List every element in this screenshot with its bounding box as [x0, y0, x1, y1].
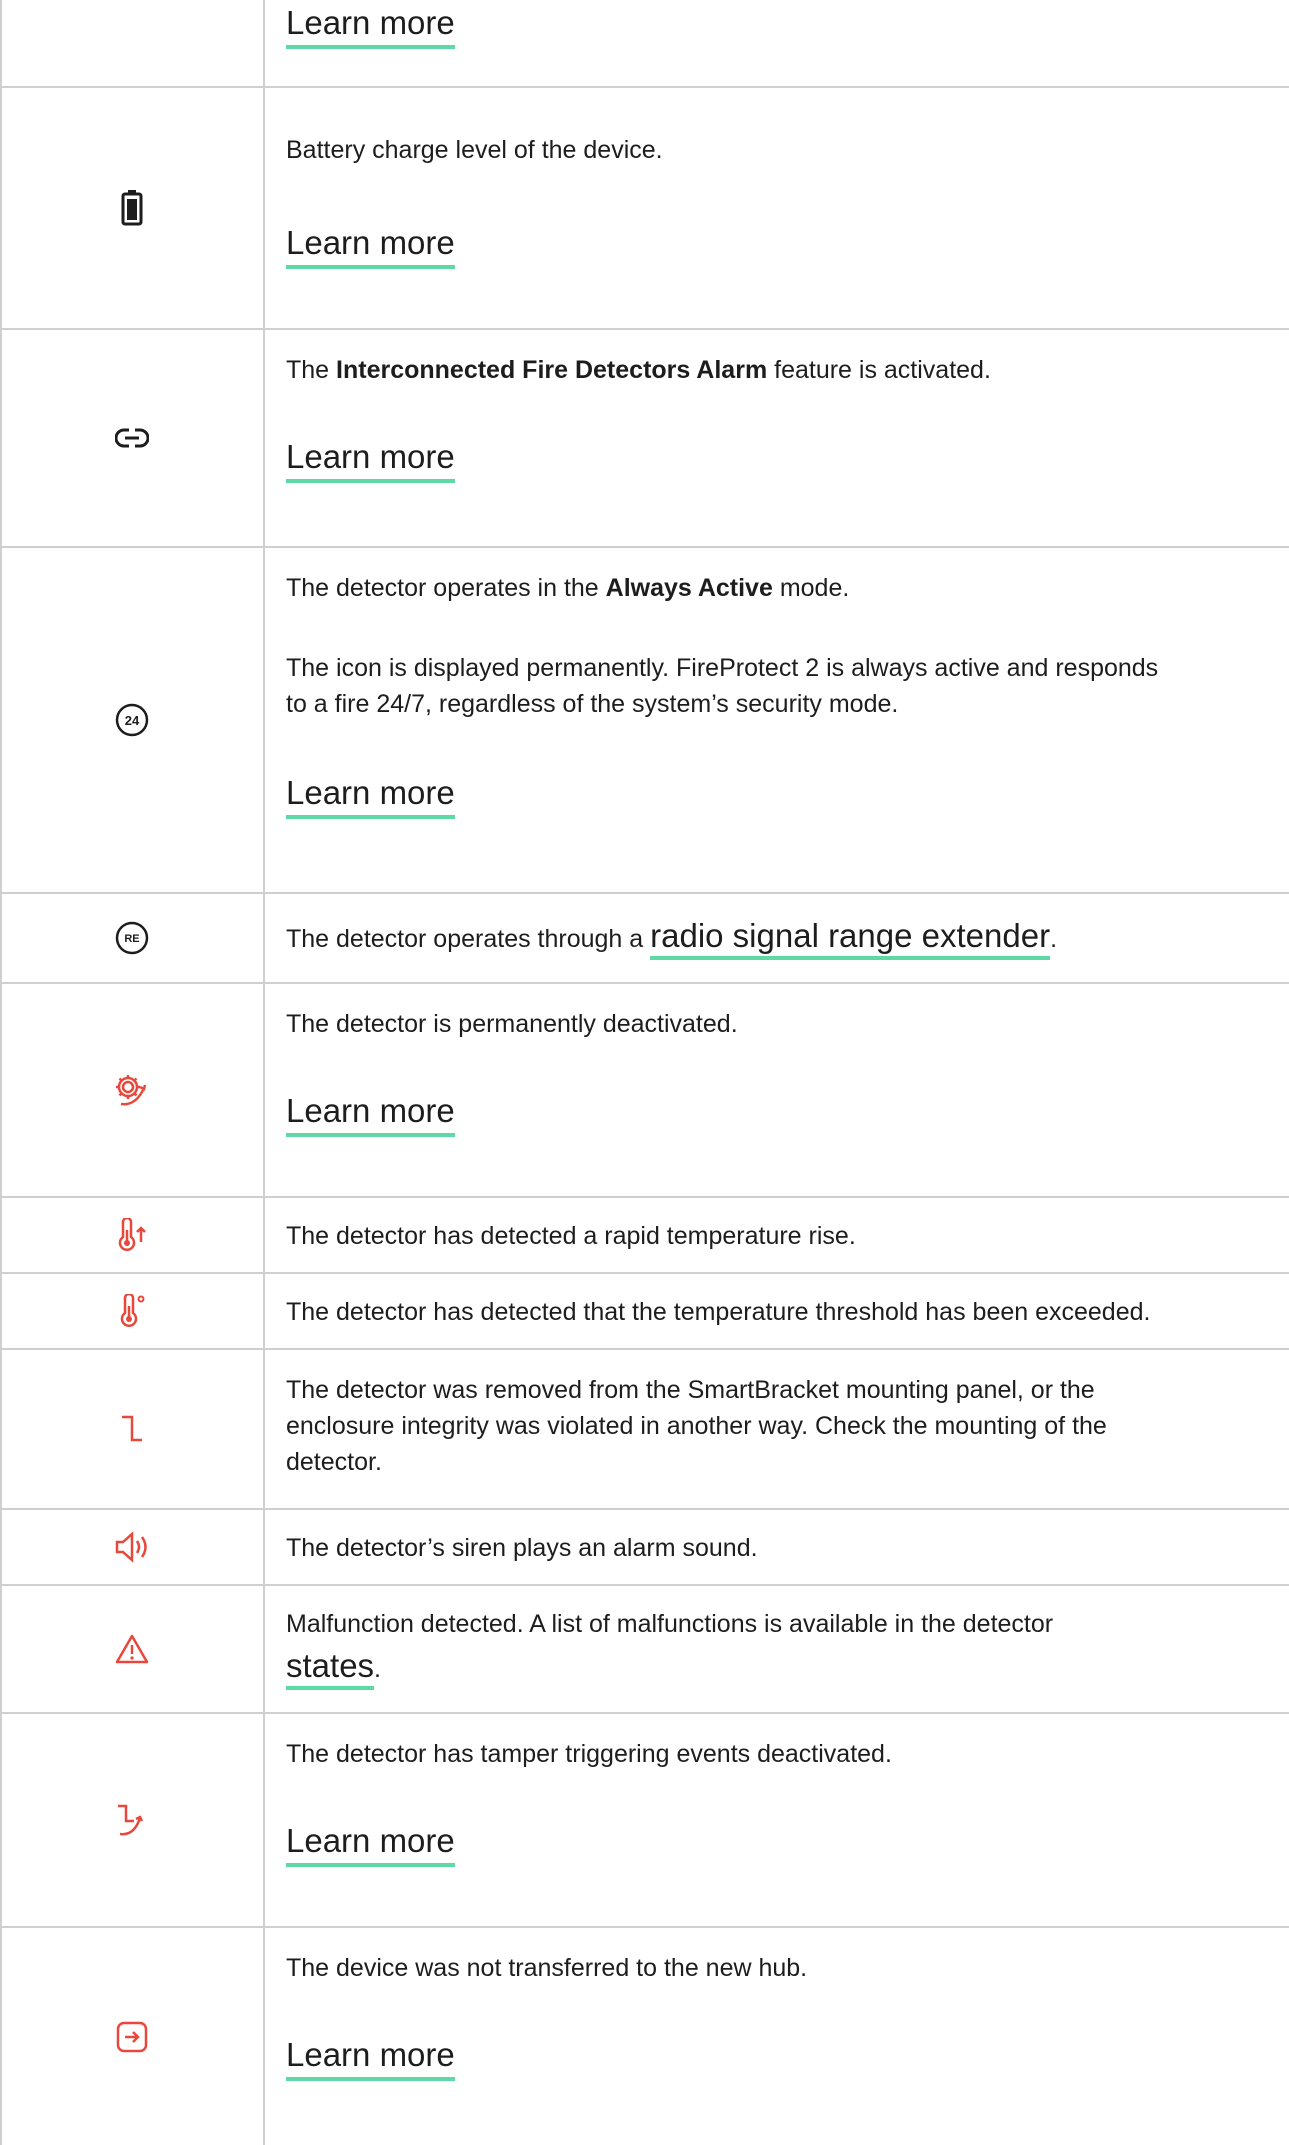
table-row-malfunction: Malfunction detected. A list of malfunct…	[0, 1586, 1289, 1714]
table-row-siren: The detector’s siren plays an alarm soun…	[0, 1510, 1289, 1586]
table-row-tamper-deactivated: The detector has tamper triggering event…	[0, 1714, 1289, 1928]
row-description: The device was not transferred to the ne…	[286, 1954, 808, 1982]
text-cell: The detector operates in the Always Acti…	[286, 548, 1289, 892]
always-active-24-icon: 24	[114, 702, 150, 738]
row-description: The detector operates through a radio si…	[286, 917, 1276, 960]
text-cell: The Interconnected Fire Detectors Alarm …	[286, 330, 1289, 546]
learn-more-link[interactable]: Learn more	[286, 1822, 455, 1867]
text-cell: The detector was removed from the SmartB…	[286, 1350, 1289, 1508]
table-row-range-extender: RE The detector operates through a radio…	[0, 894, 1289, 984]
status-icons-table: Learn more Battery charge level of the d…	[0, 0, 1289, 2145]
range-extender-re-icon: RE	[114, 920, 150, 956]
row-description-line: detector.	[286, 1448, 382, 1476]
states-link[interactable]: states	[286, 1647, 375, 1690]
row-description-line: The detector was removed from the SmartB…	[286, 1376, 1095, 1404]
learn-more-link[interactable]: Learn more	[286, 224, 455, 269]
svg-text:RE: RE	[124, 933, 139, 945]
thermometer-rise-icon	[115, 1218, 149, 1252]
svg-text:24: 24	[125, 713, 140, 728]
deactivated-gear-icon	[113, 1072, 151, 1108]
text-cell: Learn more	[286, 0, 1289, 86]
row-description-line: Malfunction detected. A list of malfunct…	[286, 1610, 1054, 1638]
text-cell: The detector has detected that the tempe…	[286, 1274, 1289, 1348]
link-chain-icon	[115, 427, 149, 449]
icon-cell	[0, 1928, 264, 2145]
table-row-tamper: The detector was removed from the SmartB…	[0, 1350, 1289, 1510]
text-cell: The device was not transferred to the ne…	[286, 1928, 1289, 2145]
speaker-sound-icon	[114, 1531, 150, 1563]
text-cell: The detector’s siren plays an alarm soun…	[286, 1510, 1289, 1584]
icon-cell	[0, 1198, 264, 1272]
tamper-deactivated-icon	[114, 1803, 150, 1837]
row-description-line: states.	[286, 1647, 1276, 1690]
learn-more-link[interactable]: Learn more	[286, 774, 455, 819]
icon-cell	[0, 1714, 264, 1926]
icon-cell	[0, 1274, 264, 1348]
table-row-rapid-temperature: The detector has detected a rapid temper…	[0, 1198, 1289, 1274]
icon-cell: 24	[0, 548, 264, 892]
row-description-line: The icon is displayed permanently. FireP…	[286, 654, 1159, 682]
table-row-top: Learn more	[0, 0, 1289, 88]
icon-cell	[0, 984, 264, 1196]
battery-icon	[121, 190, 143, 226]
table-row-threshold: The detector has detected that the tempe…	[0, 1274, 1289, 1350]
row-description: The detector has tamper triggering event…	[286, 1740, 892, 1768]
learn-more-link[interactable]: Learn more	[286, 2036, 455, 2081]
row-description: The detector has detected a rapid temper…	[286, 1222, 856, 1250]
table-row-not-transferred: The device was not transferred to the ne…	[0, 1928, 1289, 2145]
row-description: The detector operates in the Always Acti…	[286, 574, 850, 602]
icon-cell	[0, 1510, 264, 1584]
text-cell: The detector operates through a radio si…	[286, 894, 1289, 982]
learn-more-link[interactable]: Learn more	[286, 438, 455, 483]
icon-cell	[0, 1586, 264, 1712]
icon-cell	[0, 1350, 264, 1508]
thermometer-threshold-icon	[117, 1294, 147, 1328]
warning-triangle-icon	[114, 1633, 150, 1665]
text-cell: Battery charge level of the device. Lear…	[286, 88, 1289, 328]
row-description: The detector has detected that the tempe…	[286, 1298, 1151, 1326]
row-description: Battery charge level of the device.	[286, 136, 663, 164]
transfer-arrow-icon	[115, 2020, 149, 2054]
icon-cell	[0, 330, 264, 546]
row-description: The detector’s siren plays an alarm soun…	[286, 1534, 758, 1562]
table-row-deactivated: The detector is permanently deactivated.…	[0, 984, 1289, 1198]
text-cell: The detector is permanently deactivated.…	[286, 984, 1289, 1196]
row-description: The detector is permanently deactivated.	[286, 1010, 738, 1038]
tamper-bracket-icon	[120, 1414, 144, 1444]
text-cell: Malfunction detected. A list of malfunct…	[286, 1586, 1289, 1712]
learn-more-link[interactable]: Learn more	[286, 4, 455, 49]
table-row-interconnected: The Interconnected Fire Detectors Alarm …	[0, 330, 1289, 548]
text-cell: The detector has detected a rapid temper…	[286, 1198, 1289, 1272]
table-row-battery: Battery charge level of the device. Lear…	[0, 88, 1289, 330]
icon-cell	[0, 88, 264, 328]
learn-more-link[interactable]: Learn more	[286, 1092, 455, 1137]
range-extender-link[interactable]: radio signal range extender	[650, 917, 1051, 960]
row-description-line: to a fire 24/7, regardless of the system…	[286, 690, 899, 718]
icon-cell: RE	[0, 894, 264, 982]
table-row-always-active: 24 The detector operates in the Always A…	[0, 548, 1289, 894]
row-description-line: enclosure integrity was violated in anot…	[286, 1412, 1107, 1440]
text-cell: The detector has tamper triggering event…	[286, 1714, 1289, 1926]
row-description: The Interconnected Fire Detectors Alarm …	[286, 356, 991, 384]
